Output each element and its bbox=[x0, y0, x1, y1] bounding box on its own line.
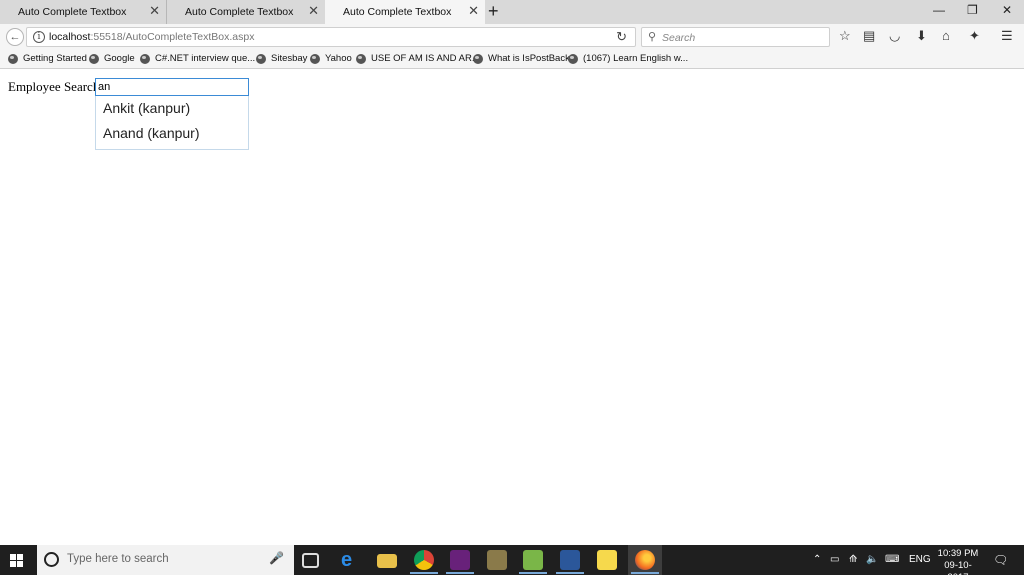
running-indicator bbox=[556, 572, 584, 574]
close-icon[interactable]: ✕ bbox=[149, 4, 160, 17]
tab-auto-complete-2[interactable]: Auto Complete Textbox ✕ bbox=[166, 0, 325, 24]
close-icon[interactable]: ✕ bbox=[308, 4, 319, 17]
clock-date: 09-10-2017 bbox=[944, 560, 972, 583]
bookmark-label: C#.NET interview que... bbox=[155, 53, 256, 64]
bookmark-label: (1067) Learn English w... bbox=[583, 53, 689, 64]
volume-icon[interactable]: 🔈 bbox=[866, 554, 878, 565]
chevron-up-icon[interactable]: ⌃ bbox=[813, 554, 821, 565]
restore-icon[interactable]: ❐ bbox=[967, 3, 978, 17]
globe-icon bbox=[140, 53, 150, 64]
bookmark-label: Yahoo bbox=[325, 53, 352, 64]
file-explorer-icon[interactable] bbox=[377, 554, 397, 568]
info-icon[interactable]: i bbox=[33, 31, 45, 43]
back-arrow-icon[interactable]: ← bbox=[6, 28, 24, 46]
new-tab-icon[interactable]: + bbox=[488, 1, 499, 21]
bookmark-label: Google bbox=[104, 53, 135, 64]
pocket-icon[interactable]: ◡ bbox=[889, 28, 900, 44]
bookmark-ispostback[interactable]: What is IsPostBack bbox=[473, 53, 570, 64]
tab-title: Auto Complete Textbox bbox=[343, 6, 452, 18]
bookmark-yahoo[interactable]: Yahoo bbox=[310, 53, 352, 64]
tools-icon[interactable] bbox=[487, 550, 507, 570]
tab-strip: Auto Complete Textbox ✕ Auto Complete Te… bbox=[0, 0, 1024, 24]
task-view-icon[interactable] bbox=[302, 553, 319, 568]
chrome-icon[interactable] bbox=[414, 550, 434, 570]
clock[interactable]: 10:39 PM 09-10-2017 bbox=[934, 548, 982, 584]
running-indicator bbox=[519, 572, 547, 574]
browser-search-bar[interactable]: ⚲ Search bbox=[641, 27, 830, 47]
tab-auto-complete-1[interactable]: Auto Complete Textbox ✕ bbox=[0, 0, 166, 24]
clock-time: 10:39 PM bbox=[937, 548, 979, 559]
globe-icon bbox=[473, 53, 483, 64]
notification-icon[interactable]: 🗨 bbox=[993, 553, 1008, 567]
globe-icon bbox=[8, 53, 18, 64]
window-close-icon[interactable]: ✕ bbox=[1002, 3, 1012, 17]
bookmark-label: Sitesbay bbox=[271, 53, 308, 64]
extension-icon[interactable]: ✦ bbox=[969, 28, 980, 44]
windows-start-icon[interactable] bbox=[10, 554, 23, 567]
cortana-icon[interactable] bbox=[44, 552, 59, 567]
menu-icon[interactable]: ☰ bbox=[1001, 28, 1013, 44]
bookmark-learn-english[interactable]: (1067) Learn English w... bbox=[568, 53, 688, 64]
battery-icon[interactable]: ▭ bbox=[830, 554, 839, 565]
notepad-icon[interactable] bbox=[523, 550, 543, 570]
bookmark-label: USE OF AM IS AND AR... bbox=[371, 53, 480, 64]
autocomplete-menu: Ankit (kanpur) Anand (kanpur) bbox=[95, 96, 249, 150]
taskbar: Type here to search 🎤 e ⌃ ▭ ⟰ 🔈 ⌨ ENG 10… bbox=[0, 545, 1024, 583]
autocomplete-item[interactable]: Ankit (kanpur) bbox=[96, 96, 248, 121]
search-placeholder: Search bbox=[662, 32, 696, 44]
visual-studio-icon[interactable] bbox=[450, 550, 470, 570]
wifi-icon[interactable]: ⟰ bbox=[849, 554, 857, 565]
employee-search-input[interactable] bbox=[95, 78, 249, 96]
home-icon[interactable]: ⌂ bbox=[942, 28, 950, 43]
tab-auto-complete-active[interactable]: Auto Complete Textbox ✕ bbox=[325, 0, 485, 24]
running-indicator bbox=[631, 572, 659, 574]
taskbar-search-box[interactable]: Type here to search 🎤 bbox=[37, 545, 294, 575]
globe-icon bbox=[568, 53, 578, 64]
tab-title: Auto Complete Textbox bbox=[18, 6, 127, 18]
word-icon[interactable] bbox=[560, 550, 580, 570]
globe-icon bbox=[310, 53, 320, 64]
keyboard-icon[interactable]: ⌨ bbox=[885, 554, 899, 565]
bookmark-google[interactable]: Google bbox=[89, 53, 135, 64]
bookmark-use-of-am[interactable]: USE OF AM IS AND AR... bbox=[356, 53, 480, 64]
reload-icon[interactable]: ↻ bbox=[616, 29, 627, 45]
url-host: localhost bbox=[49, 31, 91, 43]
download-icon[interactable]: ⬇ bbox=[916, 28, 927, 44]
globe-icon bbox=[256, 53, 266, 64]
bookmark-label: What is IsPostBack bbox=[488, 53, 570, 64]
firefox-icon[interactable] bbox=[635, 550, 655, 570]
bookmark-label: Getting Started bbox=[23, 53, 87, 64]
sticky-notes-icon[interactable] bbox=[597, 550, 617, 570]
edge-icon[interactable]: e bbox=[341, 550, 361, 570]
address-bar[interactable]: i localhost:55518/AutoCompleteTextBox.as… bbox=[26, 27, 636, 47]
running-indicator bbox=[446, 572, 474, 574]
star-icon[interactable]: ☆ bbox=[839, 28, 851, 44]
close-icon[interactable]: ✕ bbox=[468, 4, 479, 17]
search-icon: ⚲ bbox=[648, 31, 657, 43]
globe-icon bbox=[356, 53, 366, 64]
running-indicator bbox=[410, 572, 438, 574]
autocomplete-item[interactable]: Anand (kanpur) bbox=[96, 121, 248, 146]
language-indicator[interactable]: ENG bbox=[909, 554, 931, 565]
bookmark-getting-started[interactable]: Getting Started bbox=[8, 53, 87, 64]
tab-title: Auto Complete Textbox bbox=[185, 6, 294, 18]
bookmarks-bar: Getting Started Google C#.NET interview … bbox=[0, 50, 1024, 69]
globe-icon bbox=[89, 53, 99, 64]
microphone-icon[interactable]: 🎤 bbox=[269, 551, 284, 565]
bookmark-sitesbay[interactable]: Sitesbay bbox=[256, 53, 307, 64]
taskbar-search-placeholder: Type here to search bbox=[67, 553, 169, 565]
url-text: localhost:55518/AutoCompleteTextBox.aspx bbox=[49, 31, 254, 43]
employee-search-label: Employee Search bbox=[8, 79, 100, 94]
url-path: :55518/AutoCompleteTextBox.aspx bbox=[90, 31, 255, 43]
bookmark-csharp-interview[interactable]: C#.NET interview que... bbox=[140, 53, 255, 64]
minimize-icon[interactable]: — bbox=[933, 3, 945, 17]
reading-list-icon[interactable]: ▤ bbox=[863, 28, 875, 44]
